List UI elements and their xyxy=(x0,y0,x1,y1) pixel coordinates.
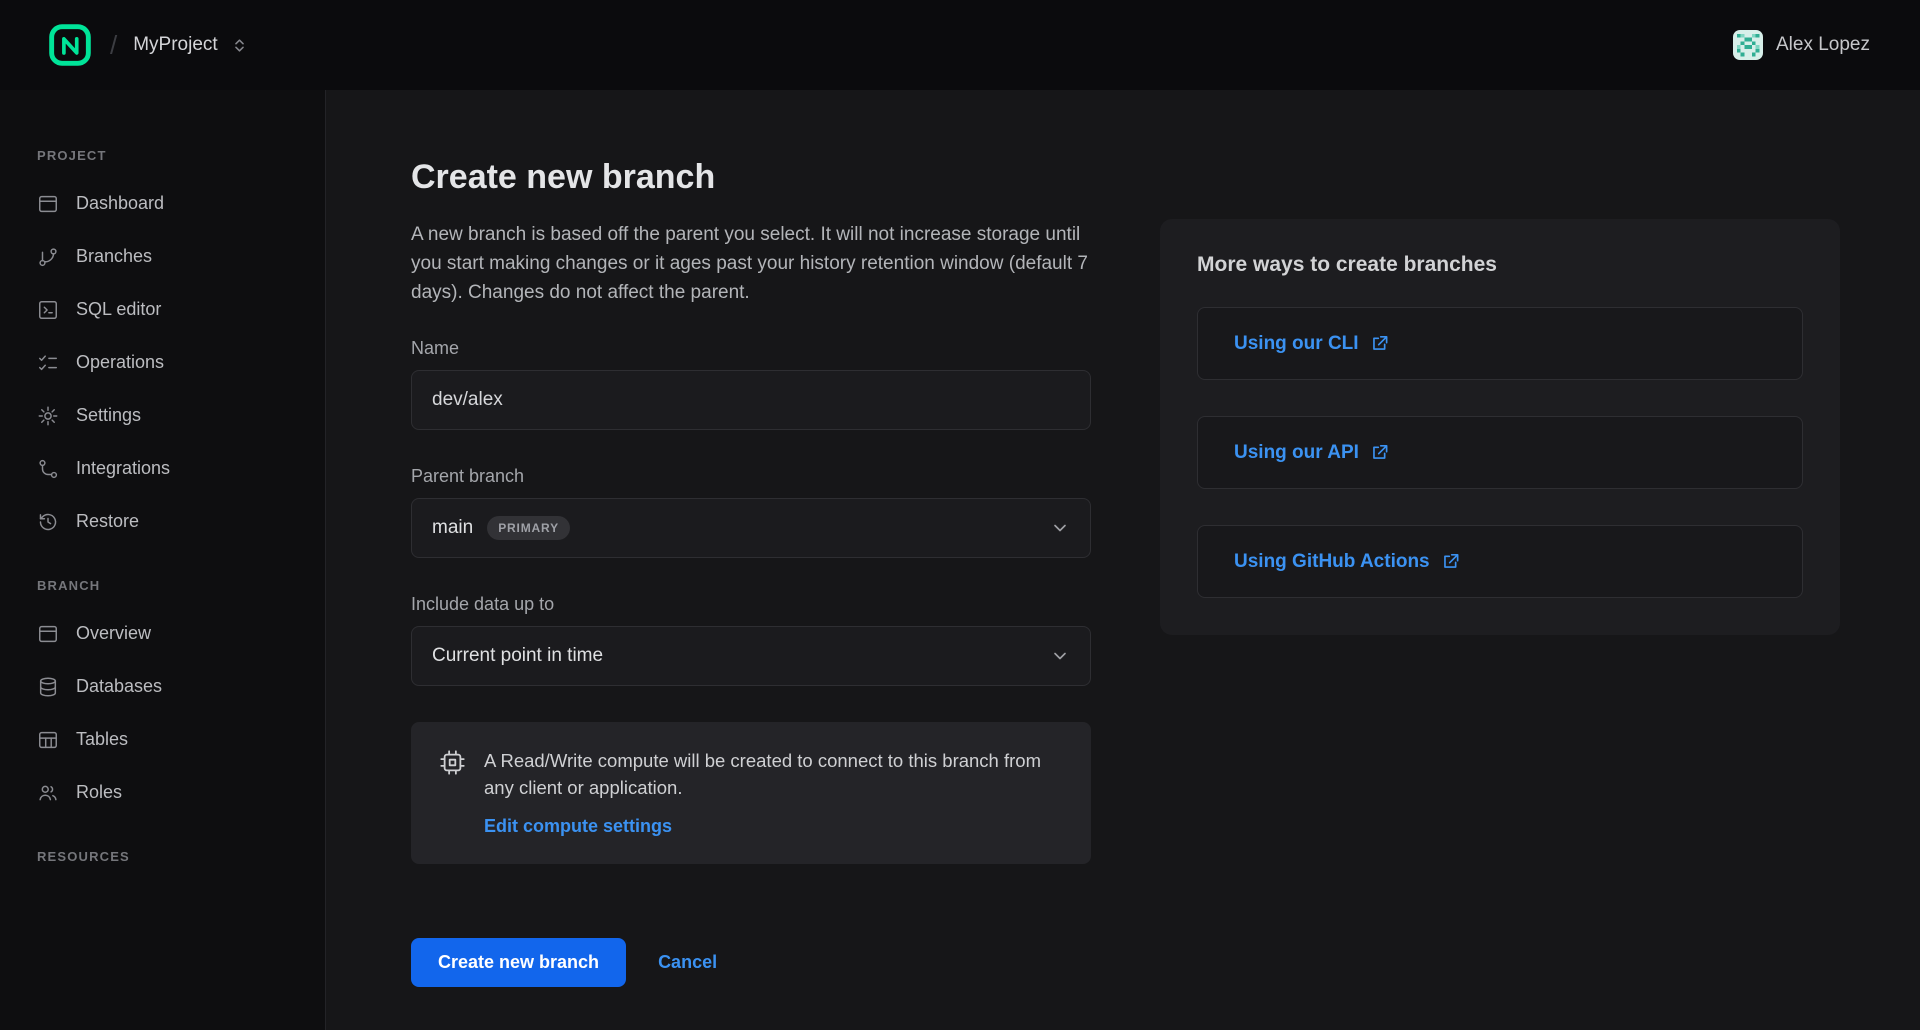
top-header: / MyProject xyxy=(0,0,1920,90)
neon-logo-icon[interactable] xyxy=(48,23,92,67)
form-actions: Create new branch Cancel xyxy=(411,938,1091,987)
window-icon xyxy=(37,193,59,215)
sidebar-item-label: Databases xyxy=(76,676,162,697)
sidebar-item-label: Tables xyxy=(76,729,128,750)
external-link-icon xyxy=(1370,443,1389,462)
compute-info-box: A Read/Write compute will be created to … xyxy=(411,722,1091,865)
sidebar-item-tables[interactable]: Tables xyxy=(37,713,325,766)
sidebar-item-label: Dashboard xyxy=(76,193,164,214)
sidebar-item-roles[interactable]: Roles xyxy=(37,766,325,819)
sidebar-item-label: Restore xyxy=(76,511,139,532)
window-icon xyxy=(37,623,59,645)
database-icon xyxy=(37,676,59,698)
page-description: A new branch is based off the parent you… xyxy=(411,221,1091,308)
git-branch-icon xyxy=(37,246,59,268)
cancel-button[interactable]: Cancel xyxy=(658,952,717,973)
sidebar-item-operations[interactable]: Operations xyxy=(37,336,325,389)
sidebar-item-databases[interactable]: Databases xyxy=(37,660,325,713)
primary-badge: PRIMARY xyxy=(487,516,570,540)
sidebar-item-label: Overview xyxy=(76,623,151,644)
include-data-field-group: Include data up to Current point in time xyxy=(411,594,1091,686)
user-avatar xyxy=(1733,30,1763,60)
chevron-down-icon xyxy=(1050,518,1070,538)
sidebar-item-integrations[interactable]: Integrations xyxy=(37,442,325,495)
page-title: Create new branch xyxy=(411,158,1091,197)
sidebar-item-label: Settings xyxy=(76,405,141,426)
create-new-branch-button[interactable]: Create new branch xyxy=(411,938,626,987)
compute-note: A Read/Write compute will be created to … xyxy=(484,747,1044,803)
git-merge-icon xyxy=(37,458,59,480)
history-icon xyxy=(37,511,59,533)
sidebar-item-overview[interactable]: Overview xyxy=(37,607,325,660)
parent-branch-select[interactable]: main PRIMARY xyxy=(411,498,1091,558)
include-data-select[interactable]: Current point in time xyxy=(411,626,1091,686)
list-checks-icon xyxy=(37,352,59,374)
gear-icon xyxy=(37,405,59,427)
sidebar-item-label: Roles xyxy=(76,782,122,803)
compute-info-content: A Read/Write compute will be created to … xyxy=(484,747,1044,838)
sidebar-section-project: PROJECT Dashboard Branches SQL editor Op… xyxy=(37,148,325,548)
chevron-updown-icon xyxy=(231,37,248,54)
sidebar-section-resources: RESOURCES xyxy=(37,849,325,864)
using-cli-card[interactable]: Using our CLI xyxy=(1197,307,1803,380)
project-selector[interactable]: MyProject xyxy=(133,34,247,56)
section-label-resources: RESOURCES xyxy=(37,849,325,864)
more-ways-panel: More ways to create branches Using our C… xyxy=(1160,219,1840,635)
using-github-actions-card[interactable]: Using GitHub Actions xyxy=(1197,525,1803,598)
sidebar-item-label: Integrations xyxy=(76,458,170,479)
sidebar-section-branch: BRANCH Overview Databases Tables Roles xyxy=(37,578,325,819)
sidebar-item-settings[interactable]: Settings xyxy=(37,389,325,442)
sidebar-item-dashboard[interactable]: Dashboard xyxy=(37,177,325,230)
more-ways-title: More ways to create branches xyxy=(1197,253,1803,277)
cpu-icon xyxy=(439,749,466,776)
create-branch-form: Create new branch A new branch is based … xyxy=(411,158,1091,987)
using-api-link: Using our API xyxy=(1234,442,1359,464)
sidebar-item-restore[interactable]: Restore xyxy=(37,495,325,548)
sidebar: PROJECT Dashboard Branches SQL editor Op… xyxy=(0,90,326,1030)
sidebar-item-label: Operations xyxy=(76,352,164,373)
external-link-icon xyxy=(1370,334,1389,353)
include-data-value: Current point in time xyxy=(432,645,603,667)
parent-branch-label: Parent branch xyxy=(411,466,1091,487)
using-github-actions-link: Using GitHub Actions xyxy=(1234,551,1430,573)
include-data-label: Include data up to xyxy=(411,594,1091,615)
name-field-group: Name xyxy=(411,338,1091,430)
section-label-branch: BRANCH xyxy=(37,578,325,593)
using-api-card[interactable]: Using our API xyxy=(1197,416,1803,489)
external-link-icon xyxy=(1441,552,1460,571)
sidebar-item-label: Branches xyxy=(76,246,152,267)
sidebar-item-label: SQL editor xyxy=(76,299,161,320)
using-cli-link: Using our CLI xyxy=(1234,333,1359,355)
branch-name-input[interactable] xyxy=(411,370,1091,430)
sidebar-item-branches[interactable]: Branches xyxy=(37,230,325,283)
project-name: MyProject xyxy=(133,34,217,56)
parent-branch-value: main xyxy=(432,517,473,539)
name-label: Name xyxy=(411,338,1091,359)
users-icon xyxy=(37,782,59,804)
main-content: Create new branch A new branch is based … xyxy=(326,90,1920,1030)
chevron-down-icon xyxy=(1050,646,1070,666)
section-label-project: PROJECT xyxy=(37,148,325,163)
sidebar-item-sql-editor[interactable]: SQL editor xyxy=(37,283,325,336)
user-name: Alex Lopez xyxy=(1776,34,1870,56)
user-menu[interactable]: Alex Lopez xyxy=(1733,30,1870,60)
edit-compute-settings-link[interactable]: Edit compute settings xyxy=(484,816,672,837)
parent-branch-field-group: Parent branch main PRIMARY xyxy=(411,466,1091,558)
terminal-square-icon xyxy=(37,299,59,321)
table-icon xyxy=(37,729,59,751)
breadcrumb-separator: / xyxy=(110,30,117,61)
